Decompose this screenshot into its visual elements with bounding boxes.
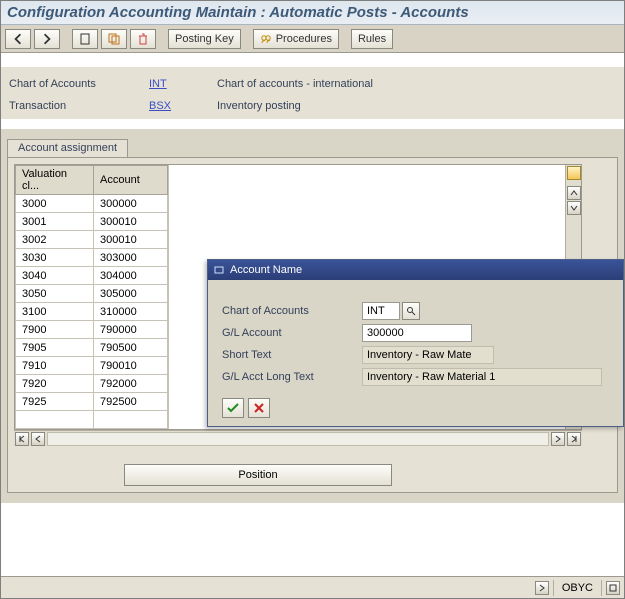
- table-row[interactable]: 7925792500: [16, 393, 168, 411]
- hscroll-left-button[interactable]: [31, 432, 45, 446]
- table-row[interactable]: 7910790010: [16, 357, 168, 375]
- dialog-title-text: Account Name: [230, 264, 302, 276]
- table-row[interactable]: 3030303000: [16, 249, 168, 267]
- coa-desc: Chart of accounts - international: [217, 78, 373, 90]
- dialog-title-bar[interactable]: Account Name: [208, 260, 623, 280]
- table-row[interactable]: 7900790000: [16, 321, 168, 339]
- dialog-sys-icon: [214, 265, 224, 275]
- transaction-label: Transaction: [9, 100, 149, 112]
- table-row[interactable]: 3100310000: [16, 303, 168, 321]
- rules-label: Rules: [358, 33, 386, 45]
- hscroll-last-button[interactable]: [567, 432, 581, 446]
- dlg-coa-input[interactable]: [362, 302, 400, 320]
- toolbar: Posting Key Procedures Rules: [1, 25, 624, 53]
- dlg-gl-label: G/L Account: [222, 327, 362, 339]
- coa-value[interactable]: INT: [149, 78, 209, 90]
- assignment-table: Valuation cl... Account 3000300000 30013…: [15, 165, 168, 429]
- nav-back-button[interactable]: [5, 29, 31, 49]
- status-bar: OBYC: [1, 576, 624, 598]
- scroll-up-button[interactable]: [567, 186, 581, 200]
- dlg-short-label: Short Text: [222, 349, 362, 361]
- dlg-coa-label: Chart of Accounts: [222, 305, 362, 317]
- procedures-icon: [260, 33, 272, 45]
- posting-key-button[interactable]: Posting Key: [168, 29, 241, 49]
- dlg-long-value: Inventory - Raw Material 1: [362, 368, 602, 386]
- status-menu-icon[interactable]: [606, 581, 620, 595]
- dlg-gl-value: 300000: [362, 324, 472, 342]
- account-name-dialog: Account Name Chart of Accounts G/L Accou…: [207, 259, 624, 427]
- dlg-short-value: Inventory - Raw Mate: [362, 346, 494, 364]
- table-row[interactable]: 3000300000: [16, 195, 168, 213]
- table-row[interactable]: 3002300010: [16, 231, 168, 249]
- hscroll-right-button[interactable]: [551, 432, 565, 446]
- coa-label: Chart of Accounts: [9, 78, 149, 90]
- status-nav-icon[interactable]: [535, 581, 549, 595]
- transaction-desc: Inventory posting: [217, 100, 301, 112]
- status-tcode: OBYC: [558, 582, 597, 594]
- ok-button[interactable]: [222, 398, 244, 418]
- posting-key-label: Posting Key: [175, 33, 234, 45]
- dlg-long-label: G/L Acct Long Text: [222, 371, 362, 383]
- app-window: Configuration Accounting Maintain : Auto…: [0, 0, 625, 599]
- procedures-label: Procedures: [276, 33, 332, 45]
- matchcode-button[interactable]: [402, 302, 420, 320]
- cancel-button[interactable]: [248, 398, 270, 418]
- table-row[interactable]: 3001300010: [16, 213, 168, 231]
- table-row[interactable]: 3050305000: [16, 285, 168, 303]
- position-button[interactable]: Position: [124, 464, 392, 486]
- table-row[interactable]: 3040304000: [16, 267, 168, 285]
- nav-forward-button[interactable]: [34, 29, 60, 49]
- table-row[interactable]: 7920792000: [16, 375, 168, 393]
- new-entries-button[interactable]: [72, 29, 98, 49]
- col-account[interactable]: Account: [94, 166, 168, 195]
- configure-columns-icon[interactable]: [567, 166, 581, 180]
- table-row[interactable]: 7905790500: [16, 339, 168, 357]
- procedures-button[interactable]: Procedures: [253, 29, 339, 49]
- scroll-down-button[interactable]: [567, 201, 581, 215]
- header-area: Chart of Accounts INT Chart of accounts …: [1, 67, 624, 119]
- tab-account-assignment[interactable]: Account assignment: [7, 139, 128, 157]
- delete-button[interactable]: [130, 29, 156, 49]
- hscroll-first-button[interactable]: [15, 432, 29, 446]
- transaction-value[interactable]: BSX: [149, 100, 209, 112]
- col-valuation[interactable]: Valuation cl...: [16, 166, 94, 195]
- copy-button[interactable]: [101, 29, 127, 49]
- rules-button[interactable]: Rules: [351, 29, 393, 49]
- window-title: Configuration Accounting Maintain : Auto…: [1, 1, 624, 25]
- hscroll-track[interactable]: [47, 432, 549, 446]
- table-row[interactable]: [16, 411, 168, 429]
